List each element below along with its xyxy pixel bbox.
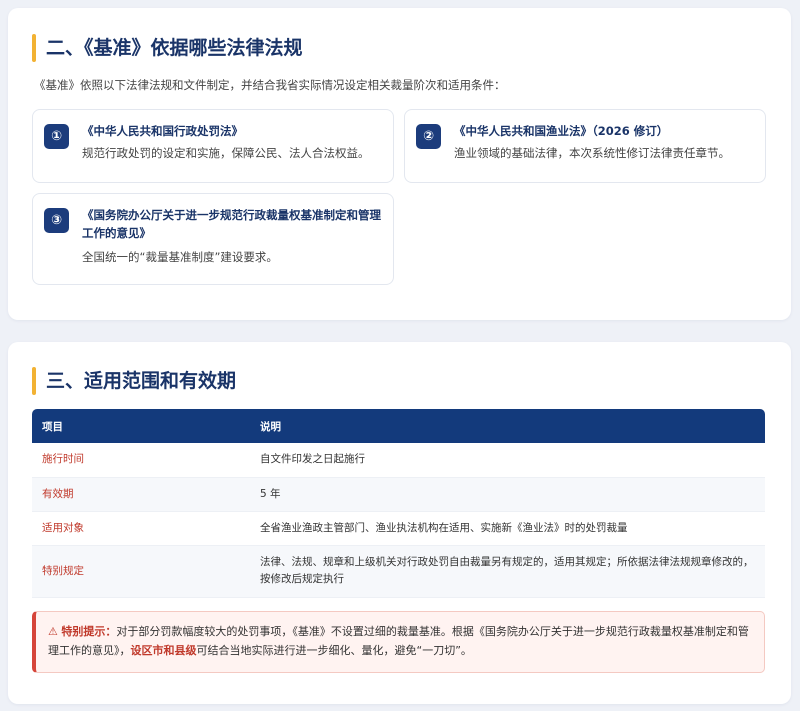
law-card: ② 《中华人民共和国渔业法》（2026 修订） 渔业领域的基础法律，本次系统性修… <box>404 109 766 183</box>
table-header-row: 项目 说明 <box>32 409 765 443</box>
section-scope-validity: 三、适用范围和有效期 项目 说明 施行时间 自文件印发之日起施行 有效期 5 年… <box>8 342 791 704</box>
row-desc: 全省渔业渔政主管部门、渔业执法机构在适用、实施新《渔业法》时的处罚裁量 <box>250 511 765 546</box>
column-header-desc: 说明 <box>250 409 765 443</box>
row-item: 适用对象 <box>32 511 250 546</box>
scope-table: 项目 说明 施行时间 自文件印发之日起施行 有效期 5 年 适用对象 全省渔业渔… <box>32 409 765 598</box>
table-row: 特别规定 法律、法规、规章和上级机关对行政处罚自由裁量另有规定的，适用其规定；所… <box>32 545 765 598</box>
section-title: 二、《基准》依据哪些法律法规 <box>32 32 303 64</box>
row-item: 施行时间 <box>32 443 250 478</box>
law-name: 《中华人民共和国行政处罚法》 <box>82 124 243 138</box>
section-legal-basis: 二、《基准》依据哪些法律法规 《基准》依照以下法律法规和文件制定，并结合我省实际… <box>8 8 791 320</box>
row-desc: 法律、法规、规章和上级机关对行政处罚自由裁量另有规定的，适用其规定；所依据法律法… <box>250 545 765 598</box>
law-card: ① 《中华人民共和国行政处罚法》 规范行政处罚的设定和实施，保障公民、法人合法权… <box>32 109 394 183</box>
table-row: 施行时间 自文件印发之日起施行 <box>32 443 765 478</box>
law-number-badge: ① <box>44 124 69 149</box>
row-desc: 5 年 <box>250 477 765 512</box>
law-card: ③ 《国务院办公厅关于进一步规范行政裁量权基准制定和管理工作的意见》 全国统一的… <box>32 193 394 285</box>
section-title: 三、适用范围和有效期 <box>32 365 236 397</box>
notice-highlight: 设区市和县级 <box>130 644 197 657</box>
law-name: 《国务院办公厅关于进一步规范行政裁量权基准制定和管理工作的意见》 <box>82 208 381 240</box>
law-description: 全国统一的“裁量基准制度”建设要求。 <box>82 250 278 264</box>
notice-label: 特别提示： <box>61 625 117 638</box>
law-description: 规范行政处罚的设定和实施，保障公民、法人合法权益。 <box>82 146 370 160</box>
special-notice: ⚠ 特别提示：对于部分罚款幅度较大的处罚事项，《基准》不设置过细的裁量基准。根据… <box>32 611 765 673</box>
row-item: 特别规定 <box>32 545 250 598</box>
law-description: 渔业领域的基础法律，本次系统性修订法律责任章节。 <box>454 146 730 160</box>
warning-icon: ⚠ <box>48 625 58 638</box>
notice-text: 可结合当地实际进行进一步细化、量化，避免“一刀切”。 <box>196 644 472 657</box>
law-name: 《中华人民共和国渔业法》（2026 修订） <box>454 124 669 138</box>
table-row: 有效期 5 年 <box>32 477 765 512</box>
law-number-badge: ② <box>416 124 441 149</box>
row-desc: 自文件印发之日起施行 <box>250 443 765 478</box>
row-item: 有效期 <box>32 477 250 512</box>
column-header-item: 项目 <box>32 409 250 443</box>
table-row: 适用对象 全省渔业渔政主管部门、渔业执法机构在适用、实施新《渔业法》时的处罚裁量 <box>32 511 765 546</box>
section-intro: 《基准》依照以下法律法规和文件制定，并结合我省实际情况设定相关裁量阶次和适用条件… <box>34 78 506 92</box>
law-number-badge: ③ <box>44 208 69 233</box>
